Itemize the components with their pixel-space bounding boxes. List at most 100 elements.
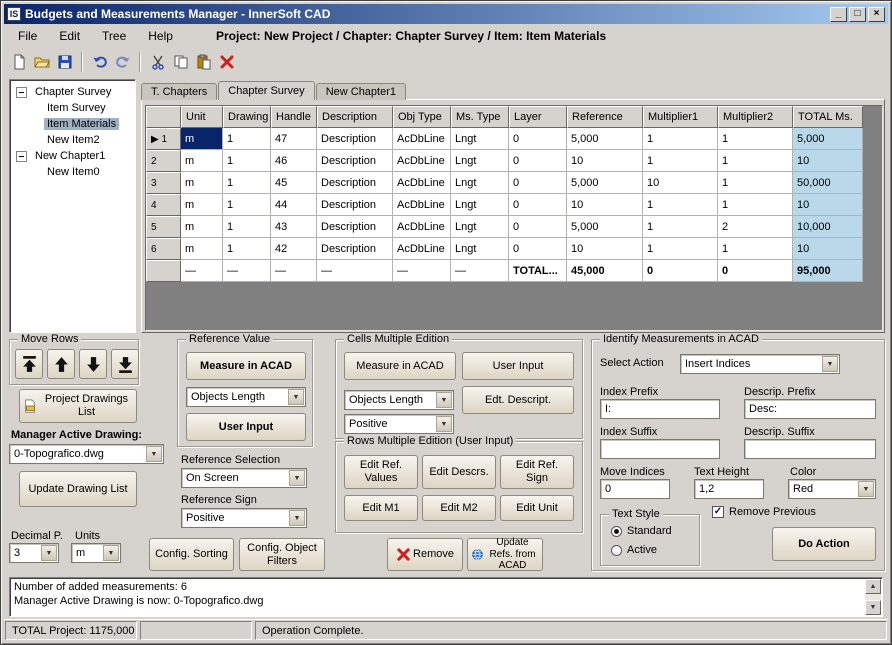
grid-cell[interactable]: — xyxy=(223,260,271,282)
grid-cell[interactable]: 95,000 xyxy=(793,260,863,282)
tree-collapse-icon[interactable] xyxy=(16,151,27,162)
grid-cell[interactable]: 10 xyxy=(643,172,718,194)
grid-cell[interactable]: 1 xyxy=(718,172,793,194)
grid-cell[interactable]: — xyxy=(451,260,509,282)
chevron-down-icon[interactable]: ▼ xyxy=(146,446,162,462)
paste-button[interactable] xyxy=(192,50,215,73)
grid-cell[interactable]: 1 xyxy=(223,172,271,194)
grid-cell[interactable]: 1 xyxy=(643,238,718,260)
grid-cell[interactable]: 1 xyxy=(718,194,793,216)
grid-cell[interactable]: Lngt xyxy=(451,194,509,216)
remove-button[interactable]: Remove xyxy=(387,538,463,571)
reference-method-select[interactable]: Objects Length ▼ xyxy=(186,387,306,407)
menu-file[interactable]: File xyxy=(7,28,48,44)
remove-previous-checkbox[interactable]: ✓ xyxy=(712,506,724,518)
copy-button[interactable] xyxy=(169,50,192,73)
tree-node-chapter-survey[interactable]: Chapter Survey xyxy=(32,86,114,98)
grid-cell[interactable]: Lngt xyxy=(451,172,509,194)
grid-row-header[interactable]: ▶ 1 xyxy=(146,128,181,150)
grid-cell[interactable]: 1 xyxy=(223,194,271,216)
edit-m1-button[interactable]: Edit M1 xyxy=(344,495,418,521)
grid-cell[interactable]: 1 xyxy=(223,216,271,238)
tree-node-new-chapter1[interactable]: New Chapter1 xyxy=(32,150,108,162)
new-button[interactable] xyxy=(7,50,30,73)
grid-cell[interactable]: 0 xyxy=(643,260,718,282)
chevron-down-icon[interactable]: ▼ xyxy=(436,392,452,408)
grid-cell[interactable]: 0 xyxy=(509,216,567,238)
menu-help[interactable]: Help xyxy=(137,28,184,44)
config-sorting-button[interactable]: Config. Sorting xyxy=(149,538,234,571)
grid-cell[interactable]: Description xyxy=(317,238,393,260)
grid-cell[interactable]: 50,000 xyxy=(793,172,863,194)
move-row-bottom-button[interactable] xyxy=(111,349,139,379)
reference-sign-select[interactable]: Positive ▼ xyxy=(181,508,307,528)
grid-cell[interactable]: 44 xyxy=(271,194,317,216)
grid-cell[interactable]: — xyxy=(317,260,393,282)
scroll-down-icon[interactable]: ▼ xyxy=(865,600,881,615)
update-refs-button[interactable]: Update Refs. from ACAD xyxy=(467,538,543,571)
grid-cell[interactable]: m xyxy=(181,216,223,238)
grid-row-header[interactable]: 4 xyxy=(146,194,181,216)
grid-cell[interactable]: 0 xyxy=(509,194,567,216)
color-select[interactable]: Red ▼ xyxy=(788,479,876,499)
minimize-button[interactable]: _ xyxy=(830,7,847,22)
grid-cell[interactable]: AcDbLine xyxy=(393,172,451,194)
edit-ref-sign-button[interactable]: Edit Ref. Sign xyxy=(500,455,574,489)
redo-button[interactable] xyxy=(111,50,134,73)
move-row-top-button[interactable] xyxy=(15,349,43,379)
move-row-up-button[interactable] xyxy=(47,349,75,379)
tab-new-chapter1[interactable]: New Chapter1 xyxy=(316,83,406,100)
grid-cell[interactable]: 42 xyxy=(271,238,317,260)
grid-cell[interactable]: 43 xyxy=(271,216,317,238)
grid-cell[interactable]: 2 xyxy=(718,216,793,238)
grid-cell[interactable]: 0 xyxy=(509,238,567,260)
grid-cell[interactable]: 1 xyxy=(718,238,793,260)
tree-collapse-icon[interactable] xyxy=(16,87,27,98)
grid-cell[interactable]: 1 xyxy=(718,150,793,172)
grid-column-header[interactable]: Obj Type xyxy=(393,106,451,128)
grid-cell[interactable]: 45,000 xyxy=(567,260,643,282)
grid-column-header[interactable]: Ms. Type xyxy=(451,106,509,128)
grid-cell[interactable]: 0 xyxy=(718,260,793,282)
grid-cell[interactable]: 10 xyxy=(567,194,643,216)
grid-cell[interactable]: 1 xyxy=(223,128,271,150)
active-drawing-select[interactable]: 0-Topografico.dwg ▼ xyxy=(9,444,164,464)
grid-row-header[interactable]: 3 xyxy=(146,172,181,194)
open-button[interactable] xyxy=(30,50,53,73)
chevron-down-icon[interactable]: ▼ xyxy=(289,470,305,486)
grid-cell[interactable]: TOTAL... xyxy=(509,260,567,282)
grid-cell[interactable]: 45 xyxy=(271,172,317,194)
grid-cell[interactable]: 1 xyxy=(223,150,271,172)
cells-user-input-button[interactable]: User Input xyxy=(462,352,574,380)
grid-cell[interactable]: 0 xyxy=(509,150,567,172)
grid-cell[interactable]: m xyxy=(181,150,223,172)
grid-cell[interactable]: m xyxy=(181,172,223,194)
cells-method-select[interactable]: Objects Length ▼ xyxy=(344,390,454,410)
grid-cell[interactable]: AcDbLine xyxy=(393,238,451,260)
text-height-input[interactable] xyxy=(694,479,764,499)
index-prefix-input[interactable] xyxy=(600,399,720,419)
edit-descript-button[interactable]: Edt. Descript. xyxy=(462,386,574,414)
grid-cell[interactable]: 46 xyxy=(271,150,317,172)
tab-t-chapters[interactable]: T. Chapters xyxy=(141,83,217,100)
chevron-down-icon[interactable]: ▼ xyxy=(103,545,119,561)
delete-button[interactable] xyxy=(215,50,238,73)
grid-cell[interactable]: m xyxy=(181,194,223,216)
grid-cell[interactable]: 5,000 xyxy=(567,128,643,150)
do-action-button[interactable]: Do Action xyxy=(772,527,876,561)
config-object-filters-button[interactable]: Config. Object Filters xyxy=(239,538,325,571)
grid-cell[interactable]: 5,000 xyxy=(567,216,643,238)
grid-cell[interactable]: 1 xyxy=(643,128,718,150)
grid-cell[interactable]: Lngt xyxy=(451,150,509,172)
grid-cell[interactable]: Description xyxy=(317,128,393,150)
grid-cell[interactable]: 1 xyxy=(718,128,793,150)
tab-chapter-survey[interactable]: Chapter Survey xyxy=(218,81,314,100)
tree-node-new-item2[interactable]: New Item2 xyxy=(44,134,103,146)
grid-column-header[interactable]: Multiplier2 xyxy=(718,106,793,128)
grid-column-header[interactable]: Multiplier1 xyxy=(643,106,718,128)
grid-cell[interactable]: AcDbLine xyxy=(393,150,451,172)
edit-m2-button[interactable]: Edit M2 xyxy=(422,495,496,521)
grid-row-header[interactable]: 2 xyxy=(146,150,181,172)
decimal-places-select[interactable]: 3 ▼ xyxy=(9,543,59,563)
grid-cell[interactable]: 5,000 xyxy=(567,172,643,194)
